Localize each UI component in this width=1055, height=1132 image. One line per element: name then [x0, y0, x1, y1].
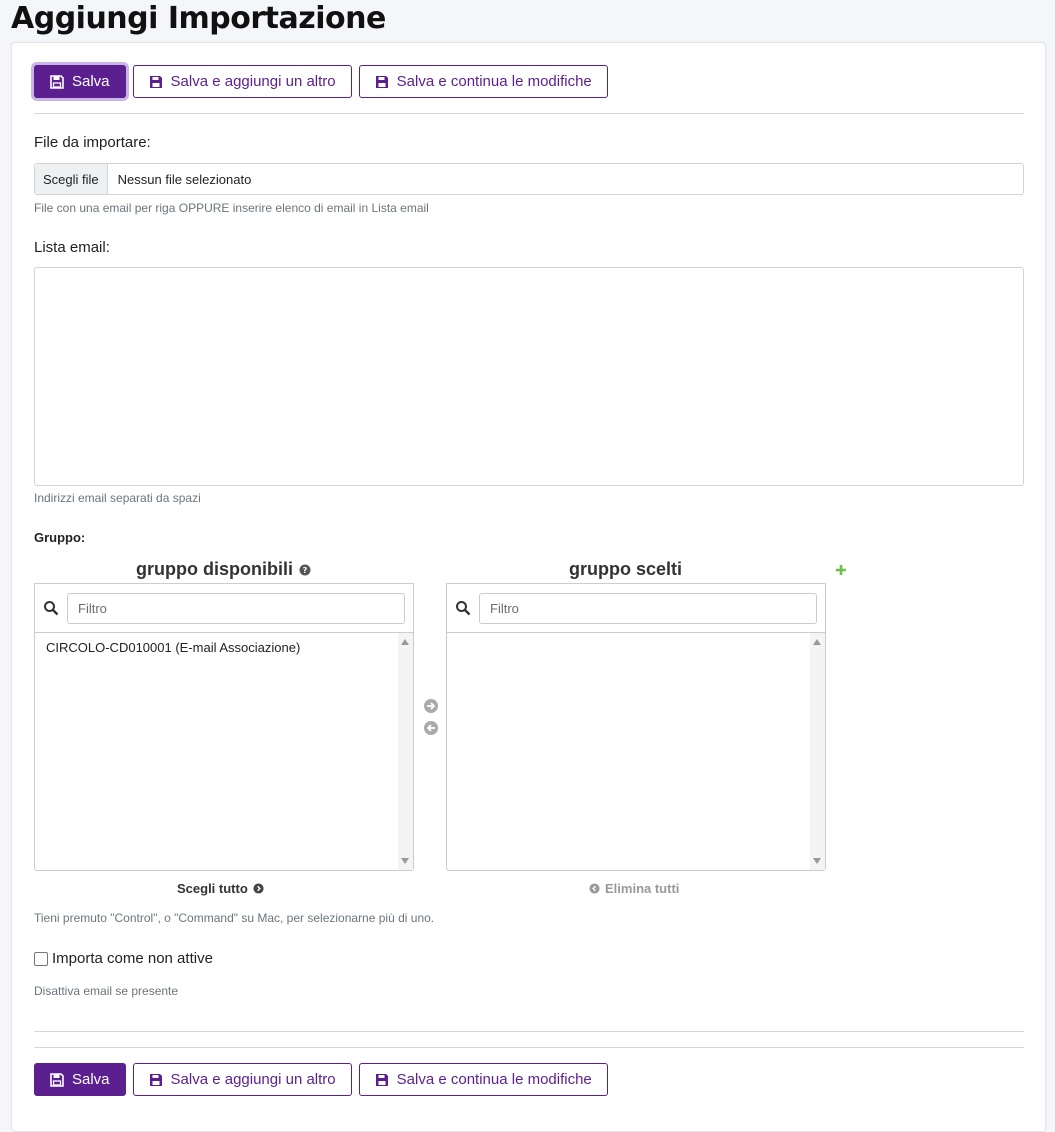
divider [34, 1031, 1024, 1032]
email-list-textarea[interactable] [34, 267, 1024, 486]
save-and-continue-button[interactable]: Salva e continua le modifiche [358, 1063, 608, 1096]
chosen-scrollbar[interactable] [810, 633, 825, 870]
file-status: Nessun file selezionato [117, 171, 252, 187]
bottom-submit-row: Salva Salva e aggiungi un altro Salva e … [34, 1063, 608, 1096]
chosen-group-title: gruppo scelti [569, 559, 683, 579]
available-filter-input[interactable] [67, 592, 405, 624]
choose-file-button[interactable]: Scegli file [35, 164, 108, 194]
arrow-circle-right-icon[interactable] [423, 698, 439, 714]
choose-all-label: Scegli tutto [177, 881, 248, 896]
available-group-title: gruppo disponibili ? [136, 559, 311, 580]
import-inactive-label[interactable]: Importa come non attive [52, 950, 213, 967]
save-icon [149, 75, 162, 88]
remove-all-link[interactable]: Elimina tutti [589, 881, 679, 896]
save-and-add-another-label: Salva e aggiungi un altro [170, 73, 336, 90]
save-icon [50, 74, 64, 89]
available-filter-box [34, 583, 414, 633]
save-icon [50, 1072, 64, 1087]
save-button[interactable]: Salva [34, 65, 126, 98]
save-and-add-another-button[interactable]: Salva e aggiungi un altro [132, 1063, 352, 1096]
scroll-down-icon[interactable] [401, 858, 409, 864]
arrow-circle-right-icon [253, 883, 264, 894]
email-list-help-text: Indirizzi email separati da spazi [34, 491, 201, 505]
remove-all-label: Elimina tutti [605, 881, 680, 896]
scroll-up-icon[interactable] [813, 639, 821, 645]
chosen-filter-input[interactable] [479, 592, 817, 624]
file-help-text: File con una email per riga OPPURE inser… [34, 201, 429, 215]
search-icon [456, 601, 471, 616]
available-option[interactable]: CIRCOLO-CD010001 (E-mail Associazione) [35, 633, 413, 662]
arrow-circle-left-icon [589, 883, 600, 894]
divider [34, 113, 1024, 114]
page-title: Aggiungi Importazione [11, 1, 386, 36]
save-icon [375, 1073, 388, 1086]
help-icon[interactable]: ? [299, 564, 311, 576]
group-label: Gruppo: [34, 530, 86, 545]
form-card: Salva Salva e aggiungi un altro Salva e … [11, 42, 1046, 1132]
save-and-continue-label: Salva e continua le modifiche [396, 1071, 592, 1088]
save-icon [149, 1073, 162, 1086]
divider [34, 1047, 1024, 1048]
inactive-help-text: Disattiva email se presente [34, 984, 179, 998]
save-and-add-another-label: Salva e aggiungi un altro [170, 1071, 336, 1088]
file-input[interactable]: Scegli file Nessun file selezionato [34, 163, 1024, 195]
save-button-label: Salva [72, 1071, 110, 1088]
save-and-continue-button[interactable]: Salva e continua le modifiche [358, 65, 608, 98]
email-list-label: Lista email: [34, 239, 110, 256]
available-group-title-text: gruppo disponibili [136, 559, 293, 579]
save-button[interactable]: Salva [34, 1063, 126, 1096]
save-and-continue-label: Salva e continua le modifiche [396, 73, 592, 90]
plus-icon[interactable] [835, 564, 847, 576]
choose-all-link[interactable]: Scegli tutto [177, 881, 264, 896]
svg-text:?: ? [303, 566, 308, 575]
available-scrollbar[interactable] [398, 633, 413, 870]
available-group-select[interactable]: CIRCOLO-CD010001 (E-mail Associazione) [34, 632, 414, 871]
scroll-up-icon[interactable] [401, 639, 409, 645]
import-inactive-row: Importa come non attive [34, 950, 213, 967]
group-help-text: Tieni premuto "Control", o "Command" su … [34, 911, 435, 925]
chosen-group-select[interactable] [446, 632, 826, 871]
import-inactive-checkbox[interactable] [34, 951, 48, 966]
search-icon [44, 601, 59, 616]
arrow-circle-left-icon[interactable] [423, 720, 439, 736]
chosen-filter-box [446, 583, 826, 633]
file-label: File da importare: [34, 134, 151, 151]
scroll-down-icon[interactable] [813, 858, 821, 864]
save-icon [375, 75, 388, 88]
save-button-label: Salva [72, 73, 110, 90]
top-submit-row: Salva Salva e aggiungi un altro Salva e … [34, 65, 608, 98]
save-and-add-another-button[interactable]: Salva e aggiungi un altro [132, 65, 352, 98]
